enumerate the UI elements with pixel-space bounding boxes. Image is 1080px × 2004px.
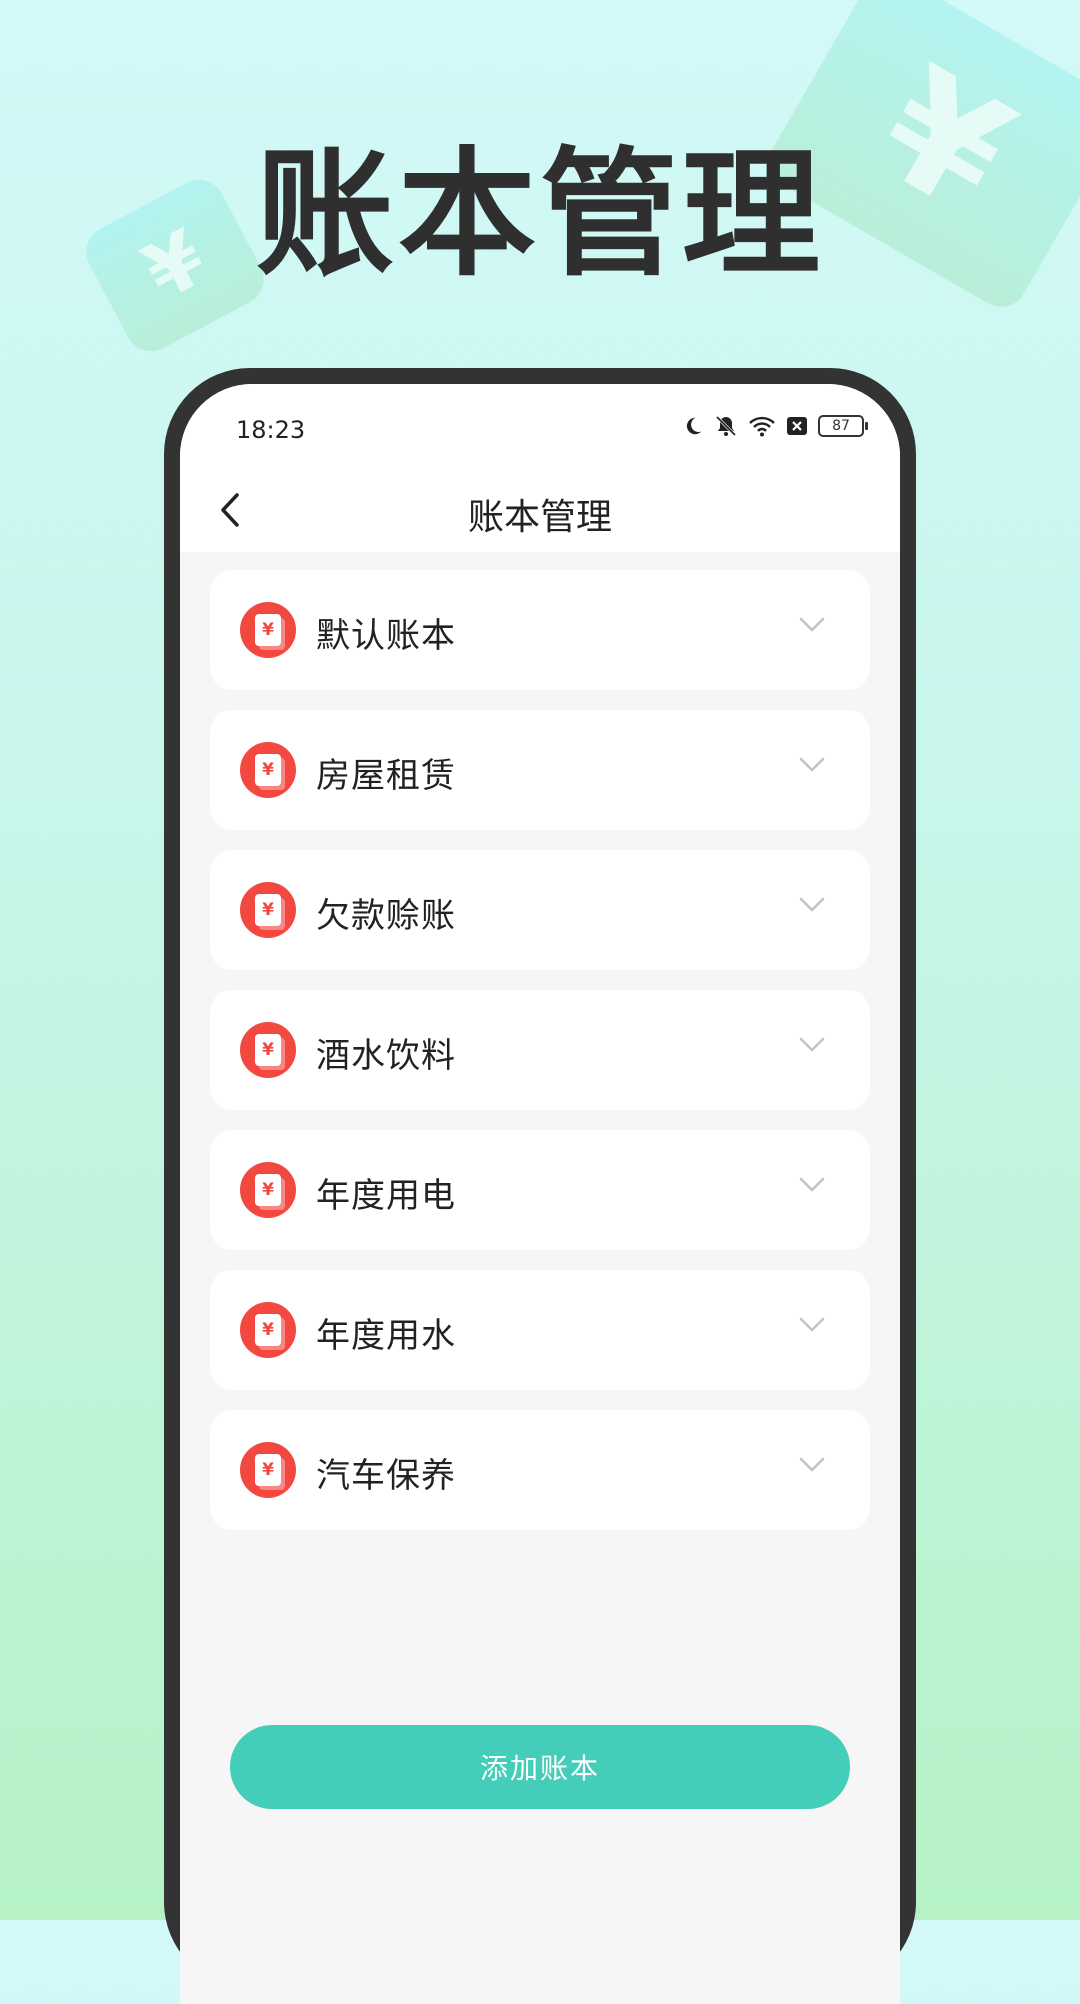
list-item[interactable]: ¥ 年度用电 — [210, 1130, 870, 1250]
bell-off-icon — [715, 415, 737, 437]
red-envelope-icon: ¥ — [240, 1302, 296, 1358]
list-item-label: 年度用水 — [316, 1316, 456, 1356]
chevron-down-icon[interactable] — [798, 1176, 826, 1194]
chevron-down-icon[interactable] — [798, 756, 826, 774]
status-bar: 18:23 87 — [180, 384, 900, 468]
app-screen: 18:23 87 账本管理 ¥ 默认账本 ¥ 房屋租赁 ¥ 欠款赊账 ¥ 酒水饮… — [180, 384, 900, 2004]
chevron-down-icon[interactable] — [798, 1456, 826, 1474]
list-item-label: 默认账本 — [316, 616, 456, 656]
chevron-down-icon[interactable] — [798, 1036, 826, 1054]
list-item-label: 房屋租赁 — [316, 756, 456, 796]
phone-frame: 18:23 87 账本管理 ¥ 默认账本 ¥ 房屋租赁 ¥ 欠款赊账 ¥ 酒水饮… — [164, 368, 916, 2004]
list-item[interactable]: ¥ 房屋租赁 — [210, 710, 870, 830]
list-item-label: 年度用电 — [316, 1176, 456, 1216]
chevron-down-icon[interactable] — [798, 896, 826, 914]
account-book-list: ¥ 默认账本 ¥ 房屋租赁 ¥ 欠款赊账 ¥ 酒水饮料 ¥ 年度用电 ¥ 年度用… — [210, 570, 870, 1550]
chevron-down-icon[interactable] — [798, 616, 826, 634]
red-envelope-icon: ¥ — [240, 742, 296, 798]
list-item[interactable]: ¥ 酒水饮料 — [210, 990, 870, 1110]
list-item-label: 欠款赊账 — [316, 896, 456, 936]
add-book-button[interactable]: 添加账本 — [230, 1725, 850, 1809]
promo-headline: 账本管理 — [255, 134, 824, 295]
list-item[interactable]: ¥ 默认账本 — [210, 570, 870, 690]
page-title: 账本管理 — [467, 497, 612, 538]
moon-icon — [686, 417, 702, 435]
red-envelope-icon: ¥ — [240, 1162, 296, 1218]
wifi-icon — [749, 416, 775, 437]
red-envelope-icon: ¥ — [240, 1442, 296, 1498]
list-item[interactable]: ¥ 年度用水 — [210, 1270, 870, 1390]
red-envelope-icon: ¥ — [240, 602, 296, 658]
status-time: 18:23 — [236, 416, 306, 444]
list-item[interactable]: ¥ 欠款赊账 — [210, 850, 870, 970]
list-item[interactable]: ¥ 汽车保养 — [210, 1410, 870, 1530]
red-envelope-icon: ¥ — [240, 882, 296, 938]
battery-icon: 87 — [818, 415, 868, 437]
list-item-label: 汽车保养 — [316, 1456, 456, 1496]
red-envelope-icon: ¥ — [240, 1022, 296, 1078]
close-box-icon — [787, 417, 807, 435]
nav-bar: 账本管理 — [180, 468, 900, 552]
status-icons: 87 — [682, 414, 868, 438]
chevron-down-icon[interactable] — [798, 1316, 826, 1334]
list-item-label: 酒水饮料 — [316, 1036, 456, 1076]
